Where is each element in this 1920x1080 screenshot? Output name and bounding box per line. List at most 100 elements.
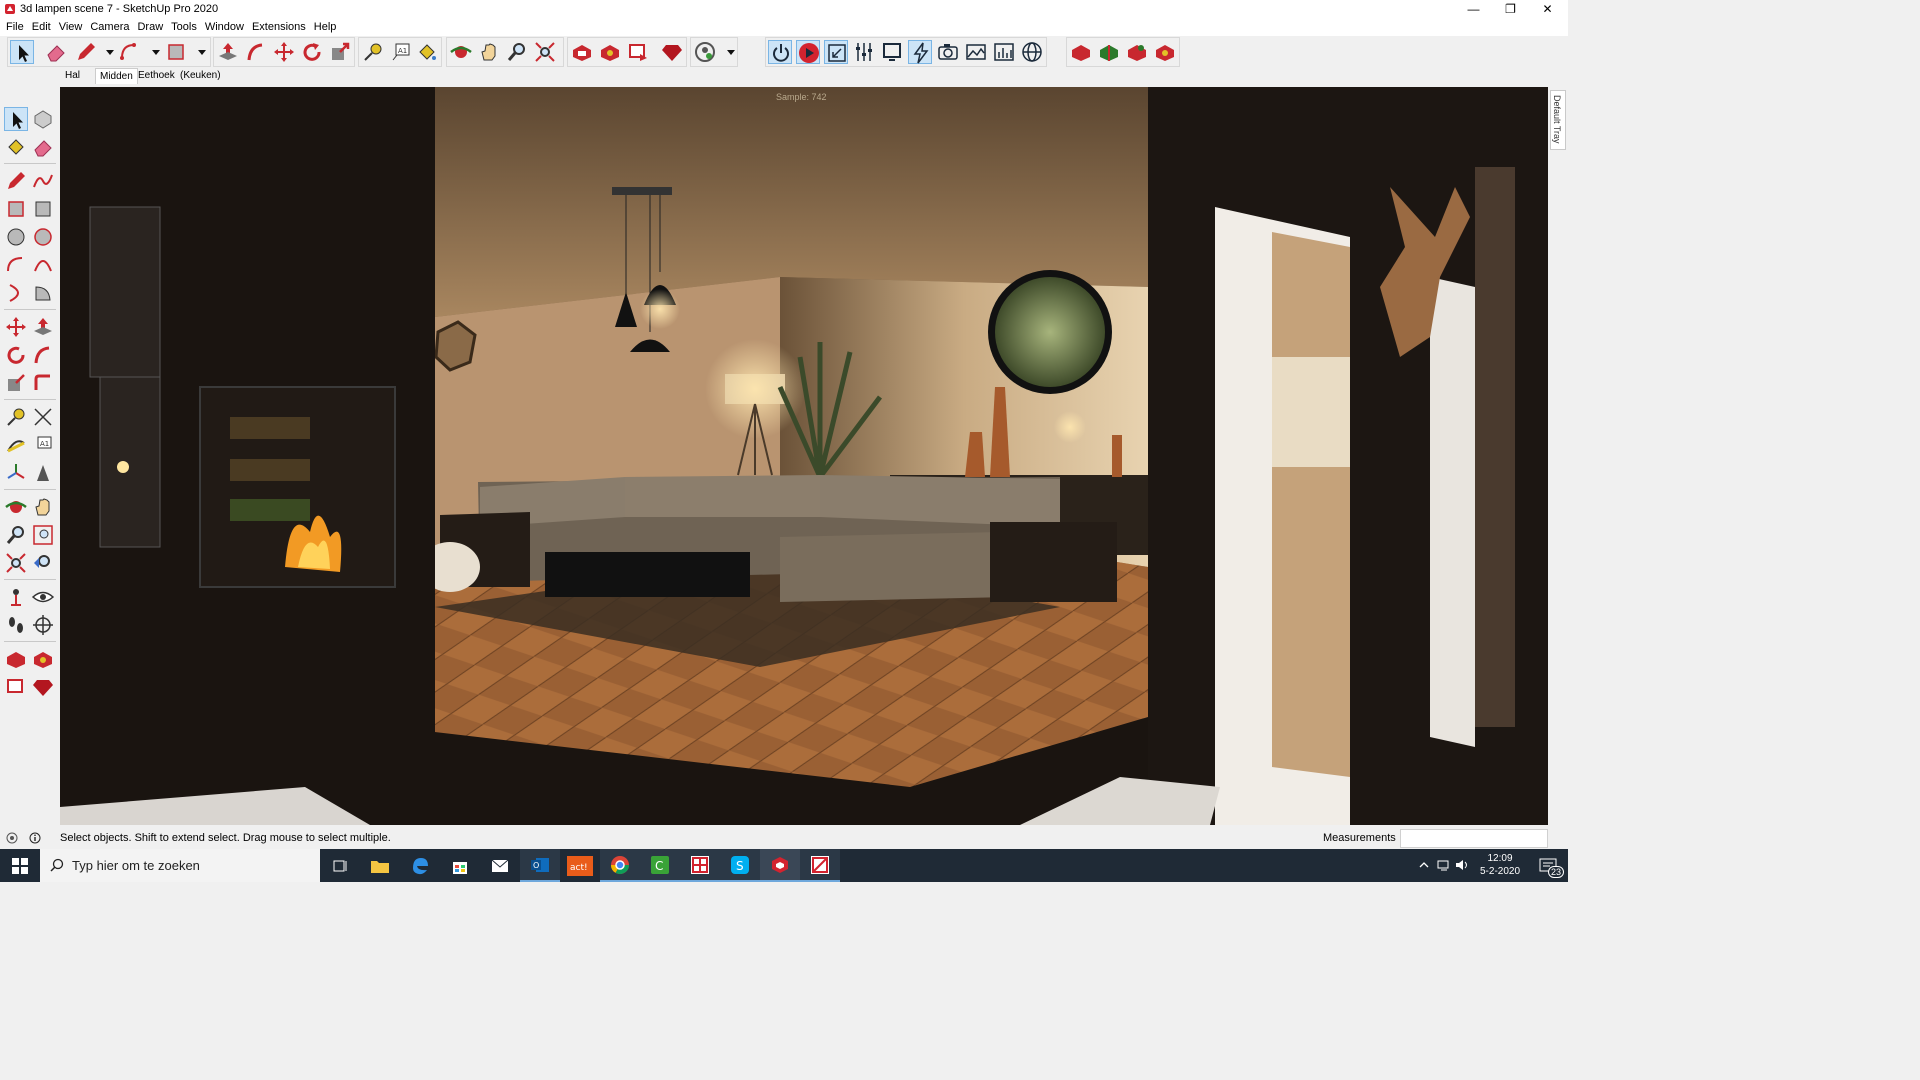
freehand-tool-button[interactable]	[31, 169, 55, 193]
menu-draw[interactable]: Draw	[133, 21, 167, 33]
task-view-button[interactable]	[320, 849, 360, 882]
chevron-up-icon[interactable]	[1419, 860, 1429, 870]
follow-me-tool-button[interactable]	[244, 40, 268, 64]
geolocation-icon[interactable]	[6, 832, 18, 844]
arc-tool-button[interactable]	[118, 40, 142, 64]
push-pull-tool-button[interactable]	[31, 315, 55, 339]
walk-tool-button[interactable]	[4, 613, 28, 637]
3d-warehouse-button[interactable]	[570, 40, 594, 64]
menu-file[interactable]: File	[2, 21, 28, 33]
push-pull-tool-button[interactable]	[216, 40, 240, 64]
line-tool-button[interactable]	[4, 169, 28, 193]
modeling-viewport[interactable]: Sample: 742	[60, 87, 1548, 825]
axes-tool-button[interactable]	[4, 461, 28, 485]
zoom-extents-tool-button[interactable]	[533, 40, 557, 64]
send-to-layout-button[interactable]	[4, 675, 28, 699]
polygon-tool-button[interactable]	[31, 225, 55, 249]
sketchup-taskbar-button[interactable]	[760, 849, 800, 882]
menu-view[interactable]: View	[55, 21, 87, 33]
default-tray-tab[interactable]: Default Tray	[1550, 90, 1566, 150]
plugin-button[interactable]	[1125, 40, 1149, 64]
start-button[interactable]	[0, 849, 40, 882]
render-histogram-button[interactable]	[992, 40, 1016, 64]
taskbar-clock[interactable]: 12:09 5-2-2020	[1478, 852, 1522, 878]
store-button[interactable]	[440, 849, 480, 882]
mail-button[interactable]	[480, 849, 520, 882]
select-tool-button[interactable]	[10, 40, 34, 64]
render-environment-button[interactable]	[1020, 40, 1044, 64]
rectangle-tool-button[interactable]	[164, 40, 188, 64]
volume-icon[interactable]	[1455, 858, 1469, 872]
act-button[interactable]: act!	[560, 849, 600, 882]
user-account-button[interactable]	[693, 40, 717, 64]
look-around-tool-button[interactable]	[31, 585, 55, 609]
three-point-arc-tool-button[interactable]	[4, 281, 28, 305]
zoom-tool-button[interactable]	[505, 40, 529, 64]
scene-export-button[interactable]	[1069, 40, 1093, 64]
orbit-tool-button[interactable]	[449, 40, 473, 64]
arc-dropdown[interactable]	[144, 40, 160, 64]
send-to-layout-button[interactable]	[626, 40, 650, 64]
section-plane-tool-button[interactable]	[31, 613, 55, 637]
circle-tool-button[interactable]	[4, 225, 28, 249]
3d-text-tool-button[interactable]	[31, 461, 55, 485]
pan-tool-button[interactable]	[31, 495, 55, 519]
render-interactive-button[interactable]	[908, 40, 932, 64]
zoom-tool-button[interactable]	[4, 523, 28, 547]
follow-me-tool-button[interactable]	[31, 343, 55, 367]
action-center-button[interactable]: 23	[1528, 849, 1568, 882]
3d-warehouse-button[interactable]	[4, 647, 28, 671]
extension-warehouse-button[interactable]	[31, 647, 55, 671]
pan-tool-button[interactable]	[477, 40, 501, 64]
scene-tab-eethoek[interactable]: Eethoek	[134, 68, 179, 84]
move-tool-button[interactable]	[272, 40, 296, 64]
menu-help[interactable]: Help	[310, 21, 341, 33]
rotate-tool-button[interactable]	[4, 343, 28, 367]
rotate-tool-button[interactable]	[300, 40, 324, 64]
render-camera-button[interactable]	[936, 40, 960, 64]
zoom-window-tool-button[interactable]	[31, 523, 55, 547]
scene-tab-midden[interactable]: Midden	[95, 68, 138, 84]
move-tool-button[interactable]	[4, 315, 28, 339]
eraser-tool-button[interactable]	[31, 135, 55, 159]
component-button[interactable]	[1097, 40, 1121, 64]
extension-warehouse-button[interactable]	[598, 40, 622, 64]
taskbar-search-box[interactable]: Typ hier om te zoeken	[40, 849, 320, 882]
arc-tool-button[interactable]	[4, 253, 28, 277]
network-icon[interactable]	[1437, 858, 1451, 872]
render-resize-button[interactable]	[824, 40, 848, 64]
make-component-button[interactable]	[31, 107, 55, 131]
menu-window[interactable]: Window	[201, 21, 248, 33]
render-frame-button[interactable]	[880, 40, 904, 64]
two-point-arc-tool-button[interactable]	[31, 253, 55, 277]
rectangle-tool-button[interactable]	[4, 197, 28, 221]
protractor-tool-button[interactable]	[4, 433, 28, 457]
rotated-rectangle-tool-button[interactable]	[31, 197, 55, 221]
outlook-button[interactable]: O	[520, 849, 560, 882]
pencil-tool-button[interactable]	[74, 40, 98, 64]
account-dropdown[interactable]	[719, 40, 735, 64]
dimension-tool-button[interactable]	[31, 405, 55, 429]
zoom-extents-tool-button[interactable]	[4, 551, 28, 575]
close-button[interactable]: ✕	[1529, 0, 1566, 18]
text-tool-button[interactable]: A1	[389, 40, 413, 64]
text-tool-button[interactable]: A1	[31, 433, 55, 457]
menu-extensions[interactable]: Extensions	[248, 21, 310, 33]
chrome-button[interactable]	[600, 849, 640, 882]
ruby-console-button[interactable]	[660, 40, 684, 64]
layout-app-button[interactable]	[680, 849, 720, 882]
file-explorer-button[interactable]	[360, 849, 400, 882]
position-camera-tool-button[interactable]	[4, 585, 28, 609]
render-image-button[interactable]	[964, 40, 988, 64]
previous-view-tool-button[interactable]	[31, 551, 55, 575]
menu-tools[interactable]: Tools	[167, 21, 201, 33]
menu-camera[interactable]: Camera	[86, 21, 133, 33]
paint-bucket-tool-button[interactable]	[415, 40, 439, 64]
orbit-tool-button[interactable]	[4, 495, 28, 519]
scene-tab-keuken[interactable]: (Keuken)	[176, 68, 225, 84]
app-green-button[interactable]: C	[640, 849, 680, 882]
layout-second-button[interactable]	[800, 849, 840, 882]
menu-edit[interactable]: Edit	[28, 21, 55, 33]
paint-bucket-tool-button[interactable]	[4, 135, 28, 159]
skype-button[interactable]: S	[720, 849, 760, 882]
